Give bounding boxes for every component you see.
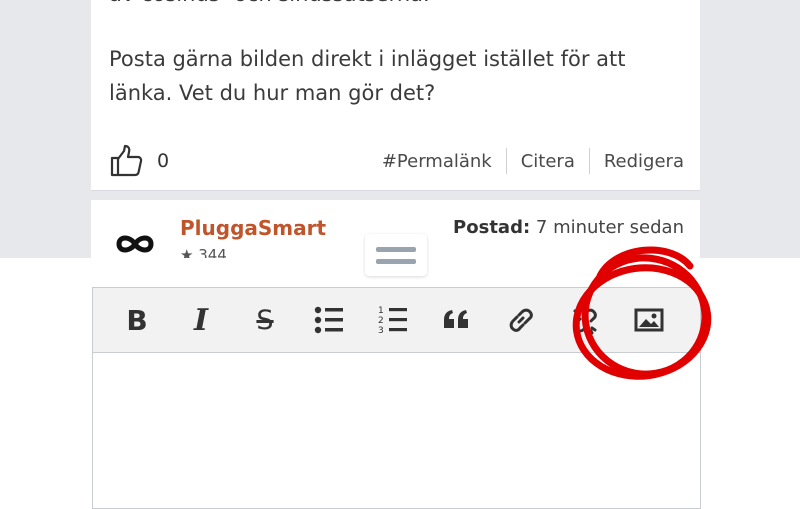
post-actions-bar: 0 #Permalänk Citera Redigera bbox=[109, 143, 684, 179]
insert-image-button[interactable] bbox=[617, 288, 681, 352]
forum-post: av cosinus- och sinussatserna. Posta gär… bbox=[91, 0, 700, 191]
post-text-line: länka. Vet du hur man gör det? bbox=[109, 81, 436, 105]
bulleted-list-button[interactable] bbox=[297, 288, 361, 352]
post-text-paragraph: Posta gärna bilden direkt i inlägget ist… bbox=[109, 42, 625, 110]
bulleted-list-icon bbox=[314, 306, 344, 334]
permalink-link[interactable]: #Permalänk bbox=[368, 151, 506, 172]
reputation: ★ 344 bbox=[180, 246, 227, 258]
handle-bar bbox=[376, 246, 416, 252]
handle-bar bbox=[376, 258, 416, 264]
unlink-icon bbox=[570, 305, 600, 335]
numbered-list-icon: 1 2 3 bbox=[378, 305, 408, 335]
image-icon bbox=[634, 308, 664, 332]
bold-button[interactable]: B bbox=[105, 288, 169, 352]
thumbs-up-icon[interactable] bbox=[109, 144, 143, 178]
unlink-button[interactable] bbox=[553, 288, 617, 352]
posted-label: Postad: bbox=[453, 217, 531, 238]
strikethrough-icon: S bbox=[256, 304, 274, 336]
infinity-avatar-icon bbox=[113, 232, 157, 256]
svg-text:2: 2 bbox=[378, 316, 384, 326]
svg-text:1: 1 bbox=[378, 306, 384, 316]
posted-time: 7 minuter sedan bbox=[535, 217, 684, 238]
username-link[interactable]: PluggaSmart bbox=[180, 216, 326, 240]
italic-icon: I bbox=[193, 302, 209, 338]
link-button[interactable] bbox=[489, 288, 553, 352]
edit-link[interactable]: Redigera bbox=[590, 151, 684, 172]
numbered-list-button[interactable]: 1 2 3 bbox=[361, 288, 425, 352]
editor-resize-handle[interactable] bbox=[365, 234, 427, 276]
post-text-line: av cosinus- och sinussatserna. bbox=[109, 0, 430, 11]
link-icon bbox=[506, 305, 536, 335]
quote-link[interactable]: Citera bbox=[507, 151, 589, 172]
editor-toolbar: B I S 1 2 3 bbox=[93, 288, 700, 353]
reply-textarea[interactable] bbox=[93, 353, 700, 503]
reply-editor: B I S 1 2 3 bbox=[92, 287, 701, 509]
post-links: #Permalänk Citera Redigera bbox=[368, 148, 684, 174]
bold-icon: B bbox=[126, 303, 148, 337]
svg-text:3: 3 bbox=[378, 326, 384, 335]
like-count: 0 bbox=[157, 150, 170, 172]
post-text-line: Posta gärna bilden direkt i inlägget ist… bbox=[109, 47, 626, 71]
posted-timestamp: Postad: 7 minuter sedan bbox=[453, 217, 684, 238]
strikethrough-button[interactable]: S bbox=[233, 288, 297, 352]
quote-button[interactable] bbox=[425, 288, 489, 352]
quote-icon bbox=[442, 308, 472, 332]
italic-button[interactable]: I bbox=[169, 288, 233, 352]
